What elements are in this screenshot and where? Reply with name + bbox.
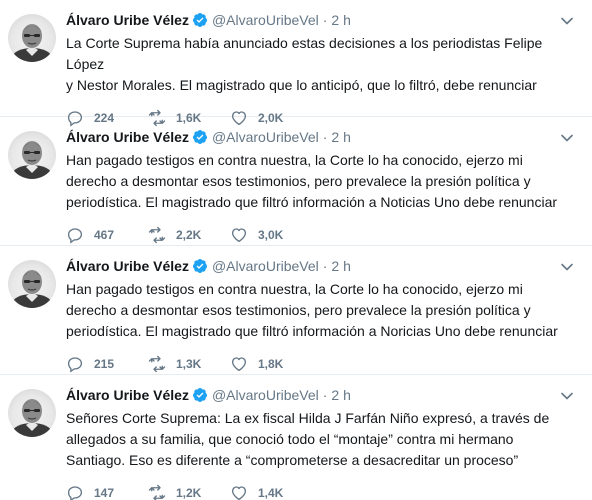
chevron-down-icon[interactable]: [560, 131, 574, 145]
tweet-header: Álvaro Uribe Vélez @AlvaroUribeVel · 2 h: [66, 127, 572, 147]
retweet-icon: [148, 226, 166, 244]
tweet-header: Álvaro Uribe Vélez @AlvaroUribeVel · 2 h: [66, 385, 572, 405]
reply-button[interactable]: 467: [66, 226, 148, 244]
retweet-count: 1,3K: [176, 357, 202, 371]
tweet-timestamp[interactable]: 2 h: [331, 387, 350, 403]
separator-dot: ·: [322, 258, 328, 274]
reply-count: 215: [94, 357, 115, 371]
chevron-down-icon[interactable]: [560, 389, 574, 403]
reply-count: 147: [94, 486, 115, 500]
verified-badge-icon: [192, 129, 208, 145]
avatar-portrait-icon: [12, 24, 52, 62]
author-name[interactable]: Álvaro Uribe Vélez: [66, 387, 189, 403]
like-count: 1,4K: [258, 486, 284, 500]
retweet-count: 1,2K: [176, 486, 202, 500]
avatar[interactable]: [8, 260, 56, 308]
verified-badge-icon: [192, 258, 208, 274]
reply-icon: [67, 486, 83, 500]
author-name[interactable]: Álvaro Uribe Vélez: [66, 12, 189, 28]
tweet-timestamp[interactable]: 2 h: [331, 258, 350, 274]
like-button[interactable]: 1,8K: [230, 355, 312, 373]
avatar-portrait-icon: [12, 399, 52, 437]
tweet[interactable]: Álvaro Uribe Vélez @AlvaroUribeVel · 2 h…: [0, 246, 592, 375]
heart-icon: [231, 357, 247, 372]
retweet-button[interactable]: 1,2K: [148, 484, 230, 500]
tweet-actions: 467 2,2K 3,0K: [66, 225, 572, 245]
retweet-button[interactable]: 1,3K: [148, 355, 230, 373]
verified-badge-icon: [192, 387, 208, 403]
tweet[interactable]: Álvaro Uribe Vélez @AlvaroUribeVel · 2 h…: [0, 0, 592, 127]
author-name[interactable]: Álvaro Uribe Vélez: [66, 129, 189, 145]
like-count: 3,0K: [258, 228, 284, 242]
retweet-icon: [148, 355, 166, 373]
like-button[interactable]: 3,0K: [230, 226, 312, 244]
author-handle[interactable]: @AlvaroUribeVel: [212, 387, 319, 403]
separator-dot: ·: [322, 387, 328, 403]
avatar-portrait-icon: [12, 270, 52, 308]
reply-icon: [67, 357, 83, 373]
reply-count: 467: [94, 228, 115, 242]
avatar[interactable]: [8, 14, 56, 62]
tweet-header: Álvaro Uribe Vélez @AlvaroUribeVel · 2 h: [66, 10, 572, 30]
verified-badge-icon: [192, 12, 208, 28]
tweet-text: Han pagado testigos en contra nuestra, l…: [66, 281, 558, 339]
reply-button[interactable]: 215: [66, 355, 148, 373]
author-handle[interactable]: @AlvaroUribeVel: [212, 129, 319, 145]
retweet-count: 2,2K: [176, 228, 202, 242]
heart-icon: [231, 228, 247, 243]
tweet-actions: 147 1,2K 1,4K: [66, 483, 572, 500]
author-handle[interactable]: @AlvaroUribeVel: [212, 12, 319, 28]
tweet[interactable]: Álvaro Uribe Vélez @AlvaroUribeVel · 2 h…: [0, 375, 592, 500]
tweet-timestamp[interactable]: 2 h: [331, 12, 350, 28]
author-name[interactable]: Álvaro Uribe Vélez: [66, 258, 189, 274]
like-button[interactable]: 1,4K: [230, 484, 312, 500]
author-handle[interactable]: @AlvaroUribeVel: [212, 258, 319, 274]
heart-icon: [231, 486, 247, 500]
retweet-button[interactable]: 2,2K: [148, 226, 230, 244]
avatar[interactable]: [8, 389, 56, 437]
separator-dot: ·: [322, 12, 328, 28]
tweet[interactable]: Álvaro Uribe Vélez @AlvaroUribeVel · 2 h…: [0, 117, 592, 246]
tweet-timeline: Álvaro Uribe Vélez @AlvaroUribeVel · 2 h…: [0, 0, 592, 500]
tweet-actions: 215 1,3K 1,8K: [66, 354, 572, 374]
tweet-text: La Corte Suprema había anunciado estas d…: [66, 35, 543, 93]
reply-icon: [67, 228, 83, 244]
retweet-icon: [148, 484, 166, 500]
avatar[interactable]: [8, 131, 56, 179]
separator-dot: ·: [322, 129, 328, 145]
tweet-text: Señores Corte Suprema: La ex fiscal Hild…: [66, 410, 550, 468]
chevron-down-icon[interactable]: [560, 260, 574, 274]
tweet-text: Han pagado testigos en contra nuestra, l…: [66, 152, 558, 210]
reply-button[interactable]: 147: [66, 484, 148, 500]
tweet-header: Álvaro Uribe Vélez @AlvaroUribeVel · 2 h: [66, 256, 572, 276]
avatar-portrait-icon: [12, 141, 52, 179]
like-count: 1,8K: [258, 357, 284, 371]
chevron-down-icon[interactable]: [560, 14, 574, 28]
tweet-timestamp[interactable]: 2 h: [331, 129, 350, 145]
